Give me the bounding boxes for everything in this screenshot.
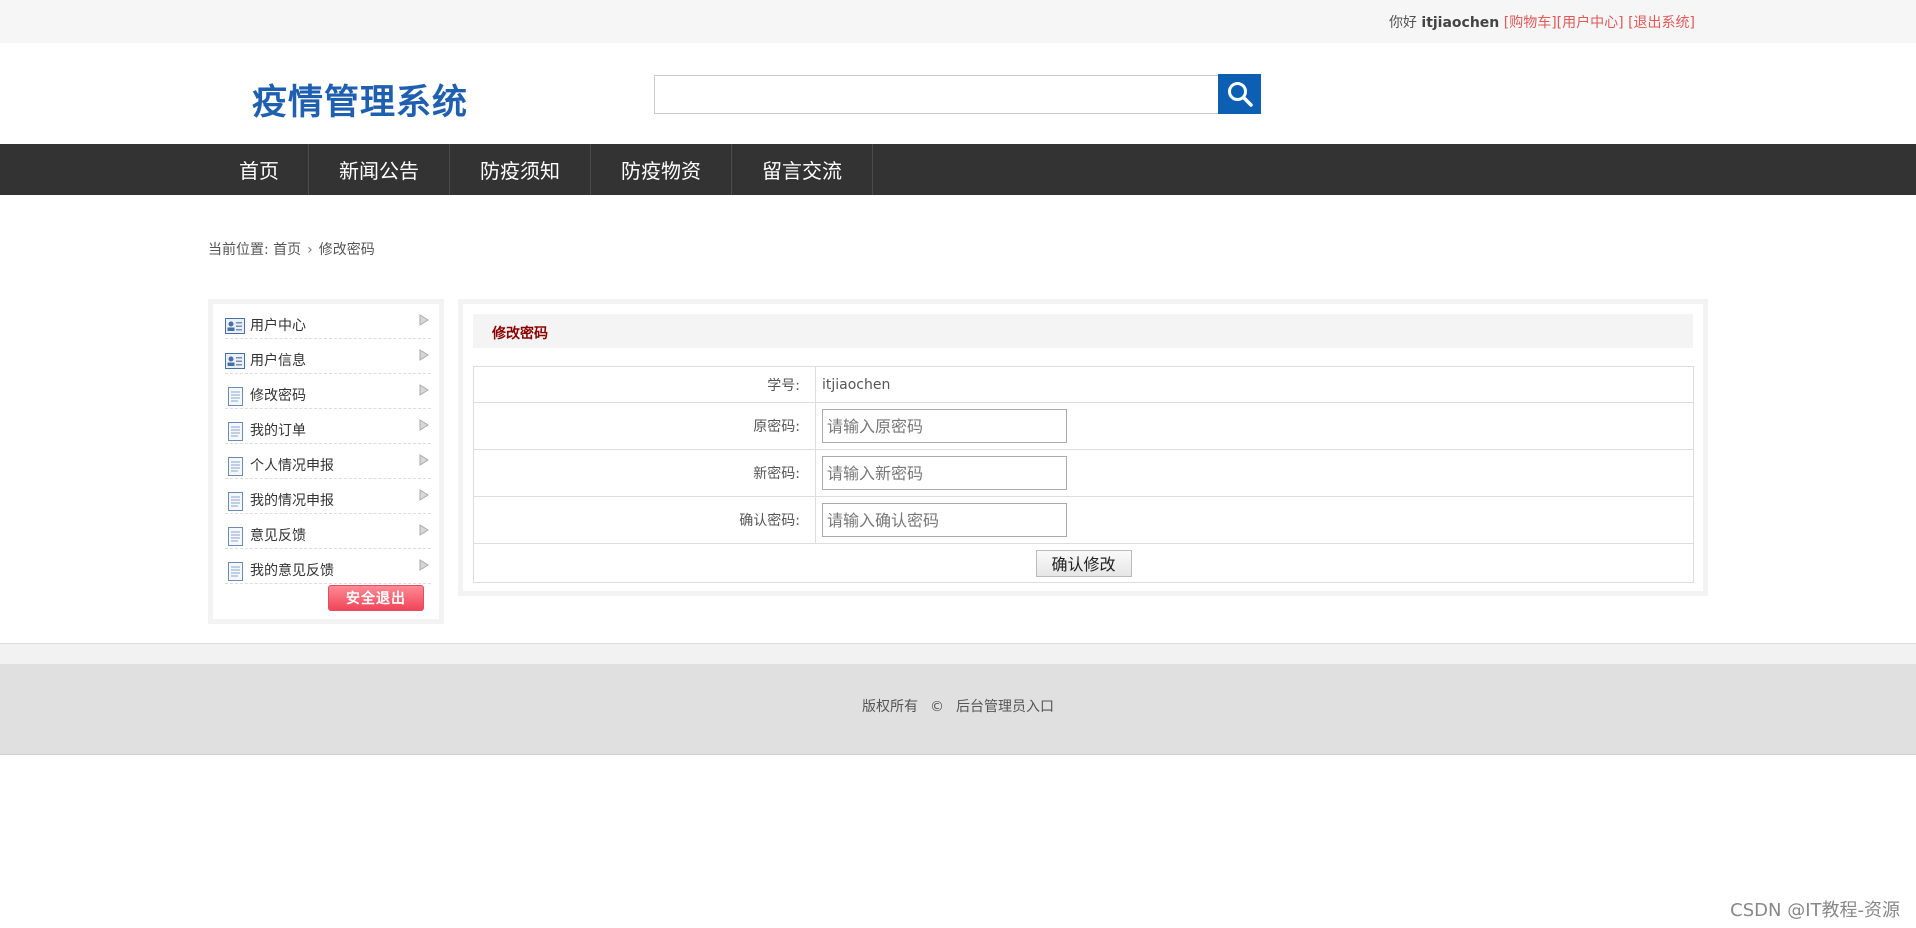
arrow-right-icon: [419, 559, 429, 571]
new-password-input[interactable]: [822, 456, 1067, 490]
student-id-label: 学号:: [473, 366, 816, 403]
form-row-confirm-password: 确认密码:: [473, 496, 1694, 544]
sidebar-item-label: 修改密码: [250, 388, 306, 404]
cart-link[interactable]: [购物车]: [1504, 15, 1557, 31]
document-icon: [225, 491, 245, 511]
user-greeting: 你好 itjiaochen [购物车][用户中心] [退出系统]: [1389, 12, 1695, 32]
main-nav: 首页 新闻公告 防疫须知 防疫物资 留言交流: [0, 144, 1916, 195]
confirm-password-input[interactable]: [822, 503, 1067, 537]
password-form: 学号: itjiaochen 原密码: 新密码: 确认密码: 确认修改: [473, 366, 1694, 583]
user-center-link[interactable]: [用户中心]: [1557, 15, 1624, 31]
form-row-old-password: 原密码:: [473, 402, 1694, 450]
nav-item-home[interactable]: 首页: [210, 144, 309, 195]
sidebar-item-label: 我的情况申报: [250, 493, 334, 509]
new-password-label: 新密码:: [473, 449, 816, 497]
arrow-right-icon: [419, 384, 429, 396]
old-password-input[interactable]: [822, 409, 1067, 443]
top-bar: 你好 itjiaochen [购物车][用户中心] [退出系统]: [0, 0, 1916, 43]
student-id-value: itjiaochen: [815, 366, 1694, 403]
form-row-student-id: 学号: itjiaochen: [473, 366, 1694, 403]
user-sidebar: 用户中心 用户信息 修改密码 我的订单 个人情况申报 我的情况申报 意见反馈 我…: [208, 299, 444, 624]
arrow-right-icon: [419, 314, 429, 326]
sidebar-item-label: 意见反馈: [250, 528, 306, 544]
sidebar-item-personal-report[interactable]: 个人情况申报: [225, 444, 431, 479]
sidebar-item-change-password[interactable]: 修改密码: [225, 374, 431, 409]
arrow-right-icon: [419, 419, 429, 431]
sidebar-item-user-info[interactable]: 用户信息: [225, 339, 431, 374]
footer-gap: [0, 644, 1916, 664]
document-icon: [225, 386, 245, 406]
sidebar-item-label: 我的意见反馈: [250, 563, 334, 579]
change-password-panel: 修改密码 学号: itjiaochen 原密码: 新密码: 确认密码: 确认修改: [458, 299, 1708, 596]
username: itjiaochen: [1421, 15, 1500, 31]
sidebar-item-label: 用户中心: [250, 318, 306, 334]
confirm-password-label: 确认密码:: [473, 496, 816, 544]
chevron-right-icon: ›: [307, 242, 313, 258]
form-row-new-password: 新密码:: [473, 449, 1694, 497]
breadcrumb-current: 修改密码: [318, 242, 375, 258]
document-icon: [225, 456, 245, 476]
logout-link[interactable]: [退出系统]: [1628, 15, 1695, 31]
sidebar-item-my-feedback[interactable]: 我的意见反馈: [225, 549, 431, 584]
user-card-icon: [225, 317, 245, 335]
nav-item-prevention-notice[interactable]: 防疫须知: [450, 144, 591, 195]
search-input[interactable]: [654, 75, 1219, 114]
search-button[interactable]: [1218, 74, 1261, 114]
safe-logout-button[interactable]: 安全退出: [328, 585, 424, 611]
sidebar-item-my-orders[interactable]: 我的订单: [225, 409, 431, 444]
site-logo[interactable]: 疫情管理系统: [252, 74, 468, 125]
footer: 版权所有 © 后台管理员入口: [0, 664, 1916, 755]
breadcrumb: 当前位置: 首页 › 修改密码: [208, 239, 375, 259]
arrow-right-icon: [419, 454, 429, 466]
panel-title: 修改密码: [492, 326, 548, 342]
header: 疫情管理系统: [0, 43, 1916, 144]
copyright-symbol: ©: [930, 699, 944, 715]
sidebar-item-feedback[interactable]: 意见反馈: [225, 514, 431, 549]
sidebar-item-label: 个人情况申报: [250, 458, 334, 474]
watermark: CSDN @IT教程-资源: [1730, 900, 1900, 921]
document-icon: [225, 561, 245, 581]
nav-item-messages[interactable]: 留言交流: [732, 144, 873, 195]
nav-item-supplies[interactable]: 防疫物资: [591, 144, 732, 195]
arrow-right-icon: [419, 489, 429, 501]
confirm-change-button[interactable]: 确认修改: [1035, 549, 1132, 577]
greeting-text: 你好: [1388, 15, 1417, 31]
arrow-right-icon: [419, 524, 429, 536]
search-icon: [1227, 82, 1253, 107]
arrow-right-icon: [419, 349, 429, 361]
nav-item-news[interactable]: 新闻公告: [309, 144, 450, 195]
panel-title-bar: 修改密码: [473, 314, 1693, 348]
sidebar-item-label: 用户信息: [250, 353, 306, 369]
sidebar-item-my-reports[interactable]: 我的情况申报: [225, 479, 431, 514]
footer-text: 版权所有 © 后台管理员入口: [0, 696, 1916, 716]
sidebar-item-label: 我的订单: [250, 423, 306, 439]
document-icon: [225, 421, 245, 441]
user-card-icon: [225, 352, 245, 370]
form-row-submit: 确认修改: [473, 543, 1694, 583]
admin-entry-link[interactable]: 后台管理员入口: [956, 699, 1054, 715]
breadcrumb-home[interactable]: 首页: [273, 242, 301, 258]
old-password-label: 原密码:: [473, 402, 816, 450]
document-icon: [225, 526, 245, 546]
copyright-text: 版权所有: [862, 699, 918, 715]
breadcrumb-prefix: 当前位置:: [208, 242, 274, 258]
sidebar-item-user-center[interactable]: 用户中心: [225, 304, 431, 339]
